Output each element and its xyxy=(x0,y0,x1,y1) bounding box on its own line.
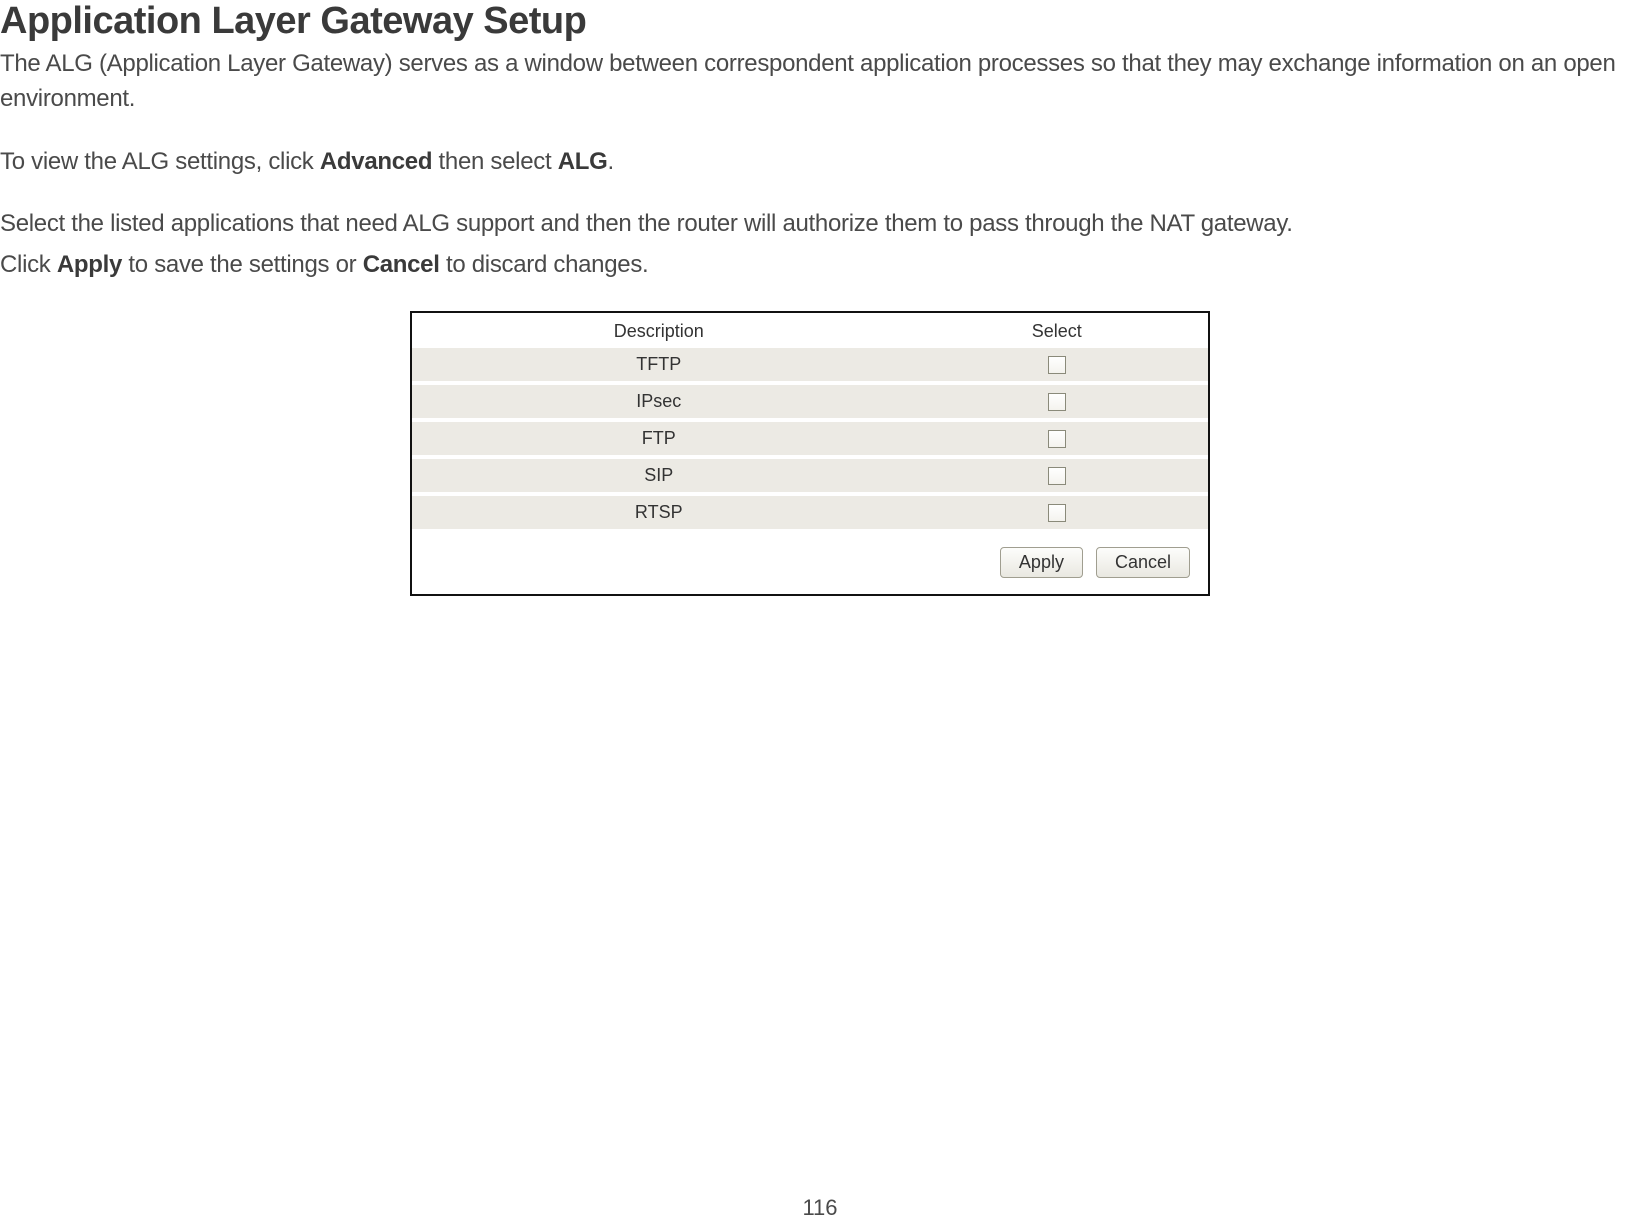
row-label-tftp: TFTP xyxy=(412,348,906,383)
checkbox-sip[interactable] xyxy=(1048,467,1066,485)
nav-step-advanced: Advanced xyxy=(320,148,432,175)
cancel-button[interactable]: Cancel xyxy=(1096,547,1190,578)
nav-mid: then select xyxy=(432,148,558,175)
page-title: Application Layer Gateway Setup xyxy=(0,0,1640,43)
row-label-sip: SIP xyxy=(412,457,906,494)
select-instruction: Select the listed applications that need… xyxy=(0,207,1640,242)
nav-prefix: To view the ALG settings, click xyxy=(0,148,320,175)
table-row: RTSP xyxy=(412,494,1208,531)
click-mid: to save the settings or xyxy=(122,251,363,278)
alg-table: Description Select TFTP IPsec FTP xyxy=(412,313,1208,533)
cancel-word: Cancel xyxy=(363,251,440,278)
checkbox-ftp[interactable] xyxy=(1048,430,1066,448)
checkbox-rtsp[interactable] xyxy=(1048,504,1066,522)
table-row: IPsec xyxy=(412,383,1208,420)
apply-word: Apply xyxy=(57,251,122,278)
nav-suffix: . xyxy=(607,148,613,175)
row-label-ipsec: IPsec xyxy=(412,383,906,420)
intro-text: The ALG (Application Layer Gateway) serv… xyxy=(0,47,1640,117)
nav-step-alg: ALG xyxy=(558,148,608,175)
click-suffix: to discard changes. xyxy=(440,251,649,278)
button-row: Apply Cancel xyxy=(412,547,1208,578)
checkbox-tftp[interactable] xyxy=(1048,356,1066,374)
page-number: 116 xyxy=(0,1195,1640,1221)
click-prefix: Click xyxy=(0,251,57,278)
table-row: TFTP xyxy=(412,348,1208,383)
table-row: FTP xyxy=(412,420,1208,457)
header-description: Description xyxy=(412,313,906,348)
row-label-ftp: FTP xyxy=(412,420,906,457)
nav-instruction: To view the ALG settings, click Advanced… xyxy=(0,145,1640,180)
table-header-row: Description Select xyxy=(412,313,1208,348)
apply-button[interactable]: Apply xyxy=(1000,547,1083,578)
table-row: SIP xyxy=(412,457,1208,494)
alg-settings-panel: Description Select TFTP IPsec FTP xyxy=(410,311,1210,596)
checkbox-ipsec[interactable] xyxy=(1048,393,1066,411)
row-label-rtsp: RTSP xyxy=(412,494,906,531)
click-instruction: Click Apply to save the settings or Canc… xyxy=(0,248,1640,283)
header-select: Select xyxy=(906,313,1208,348)
